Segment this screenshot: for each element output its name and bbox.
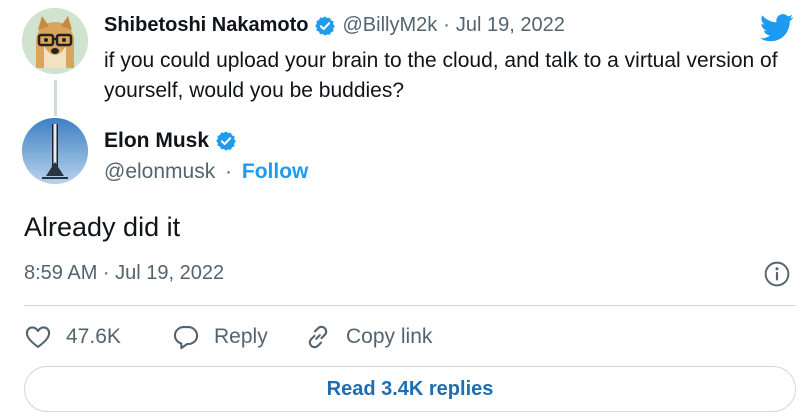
parent-tweet-text: if you could upload your brain to the cl… — [104, 49, 778, 102]
tweet-timestamp[interactable]: 8:59 AM · Jul 19, 2022 — [24, 262, 224, 285]
info-icon[interactable] — [764, 261, 790, 287]
parent-tweet-date[interactable]: Jul 19, 2022 — [456, 14, 565, 37]
rocket-avatar-image — [22, 118, 88, 184]
header-separator: · — [443, 14, 450, 36]
copy-link-label: Copy link — [346, 325, 433, 348]
doge-avatar-image — [22, 8, 88, 74]
twitter-bird-icon[interactable] — [760, 14, 794, 42]
main-author-handle-row: @elonmusk · Follow — [104, 160, 308, 184]
like-button[interactable]: 47.6K — [24, 323, 121, 351]
verified-badge-icon — [216, 131, 236, 151]
like-count: 47.6K — [66, 325, 121, 348]
reply-bubble-icon — [173, 326, 199, 350]
thread-connector-line — [54, 80, 57, 116]
handle-separator: · — [225, 160, 233, 183]
heart-icon — [25, 326, 51, 348]
main-author-name[interactable]: Elon Musk — [104, 129, 209, 153]
verified-badge-icon — [315, 15, 336, 36]
copy-link-button[interactable]: Copy link — [304, 323, 432, 351]
follow-button[interactable]: Follow — [242, 160, 309, 183]
parent-author-handle[interactable]: @BillyM2k — [342, 14, 437, 37]
parent-tweet-header: Shibetoshi Nakamoto @BillyM2k · Jul 19, … — [104, 14, 565, 37]
reply-label: Reply — [214, 325, 268, 348]
main-tweet-text: Already did it — [24, 212, 181, 242]
link-icon — [308, 325, 328, 349]
read-replies-button[interactable]: Read 3.4K replies — [24, 366, 796, 412]
main-author-name-row: Elon Musk — [104, 129, 243, 153]
main-author-handle[interactable]: @elonmusk — [104, 160, 215, 183]
reply-button[interactable]: Reply — [172, 323, 268, 351]
parent-author-name[interactable]: Shibetoshi Nakamoto — [104, 14, 308, 37]
main-author-avatar[interactable] — [22, 118, 88, 184]
parent-avatar[interactable] — [22, 8, 88, 74]
divider — [24, 305, 796, 306]
